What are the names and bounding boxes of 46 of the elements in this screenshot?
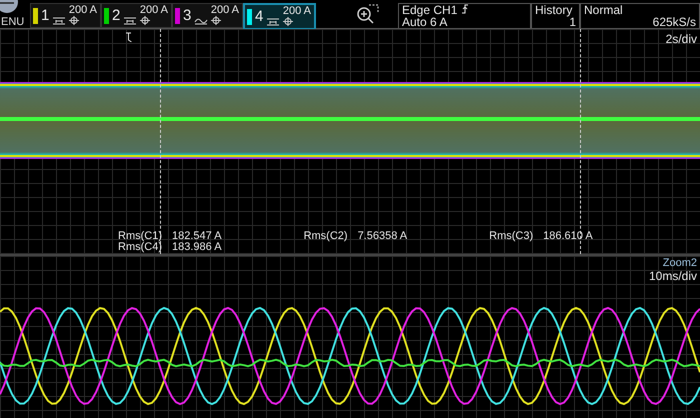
dc-coupling-icon: [52, 16, 66, 24]
zoom-icon[interactable]: [356, 3, 380, 25]
channel-scale: 200 A: [210, 4, 239, 16]
zoom-window-title: Zoom2: [662, 257, 697, 269]
channel-tab[interactable]: 2 200 A: [101, 3, 172, 28]
cursor-line[interactable]: [160, 29, 161, 254]
trigger-mode: Auto 6 A: [402, 16, 448, 28]
measurement-value: 7.56358 A: [358, 231, 408, 242]
trigger-panel[interactable]: Edge CH1 Auto 6 A: [398, 3, 531, 28]
zoom-timebase-label: 10ms/div: [648, 269, 697, 283]
channel-tab[interactable]: 3 200 A: [172, 3, 243, 28]
channel-number: 3: [183, 7, 192, 24]
ac-coupling-icon: [194, 16, 208, 24]
measurement-label: Rms(C4): [118, 242, 162, 253]
menu-label[interactable]: ENU: [1, 16, 24, 28]
rising-edge-icon: [460, 4, 469, 14]
channel-number: 4: [255, 8, 264, 25]
sample-rate: 625kS/s: [652, 16, 696, 28]
channel-scale: 200 A: [68, 4, 97, 16]
trigger-type: Edge CH1: [402, 4, 527, 16]
measurement-value: 183.986 A: [172, 242, 222, 253]
history-panel[interactable]: History 1: [531, 3, 580, 28]
measurement-label: Rms(C1): [118, 231, 162, 242]
channel-tab[interactable]: 4 200 A: [243, 3, 316, 30]
dc-coupling-icon: [266, 18, 280, 26]
measurement-label: Rms(C3): [489, 231, 534, 242]
channel-scale: 200 A: [140, 4, 168, 16]
channel-scale: 200 A: [282, 5, 311, 17]
acquisition-mode: Normal: [584, 4, 624, 16]
trigger-marker-icon: [126, 32, 134, 42]
probe-icon: [211, 16, 222, 25]
probe-icon: [140, 16, 150, 25]
dc-coupling-icon: [123, 16, 138, 24]
probe-icon: [283, 17, 294, 26]
channel-tab[interactable]: 1 200 A: [30, 3, 101, 28]
measurement-value: 182.547 A: [172, 231, 222, 242]
history-value: 1: [569, 16, 576, 28]
measurement-label: Rms(C2): [304, 231, 348, 242]
cursor-line[interactable]: [580, 29, 581, 254]
timebase-label: 2s/div: [666, 32, 697, 46]
probe-icon: [69, 16, 80, 25]
acquisition-panel[interactable]: Normal 625kS/s: [580, 3, 700, 28]
measurement-value: 186.610 A: [543, 231, 593, 242]
channel-number: 1: [41, 7, 50, 24]
history-label: History: [535, 4, 574, 16]
channel-number: 2: [112, 7, 120, 24]
